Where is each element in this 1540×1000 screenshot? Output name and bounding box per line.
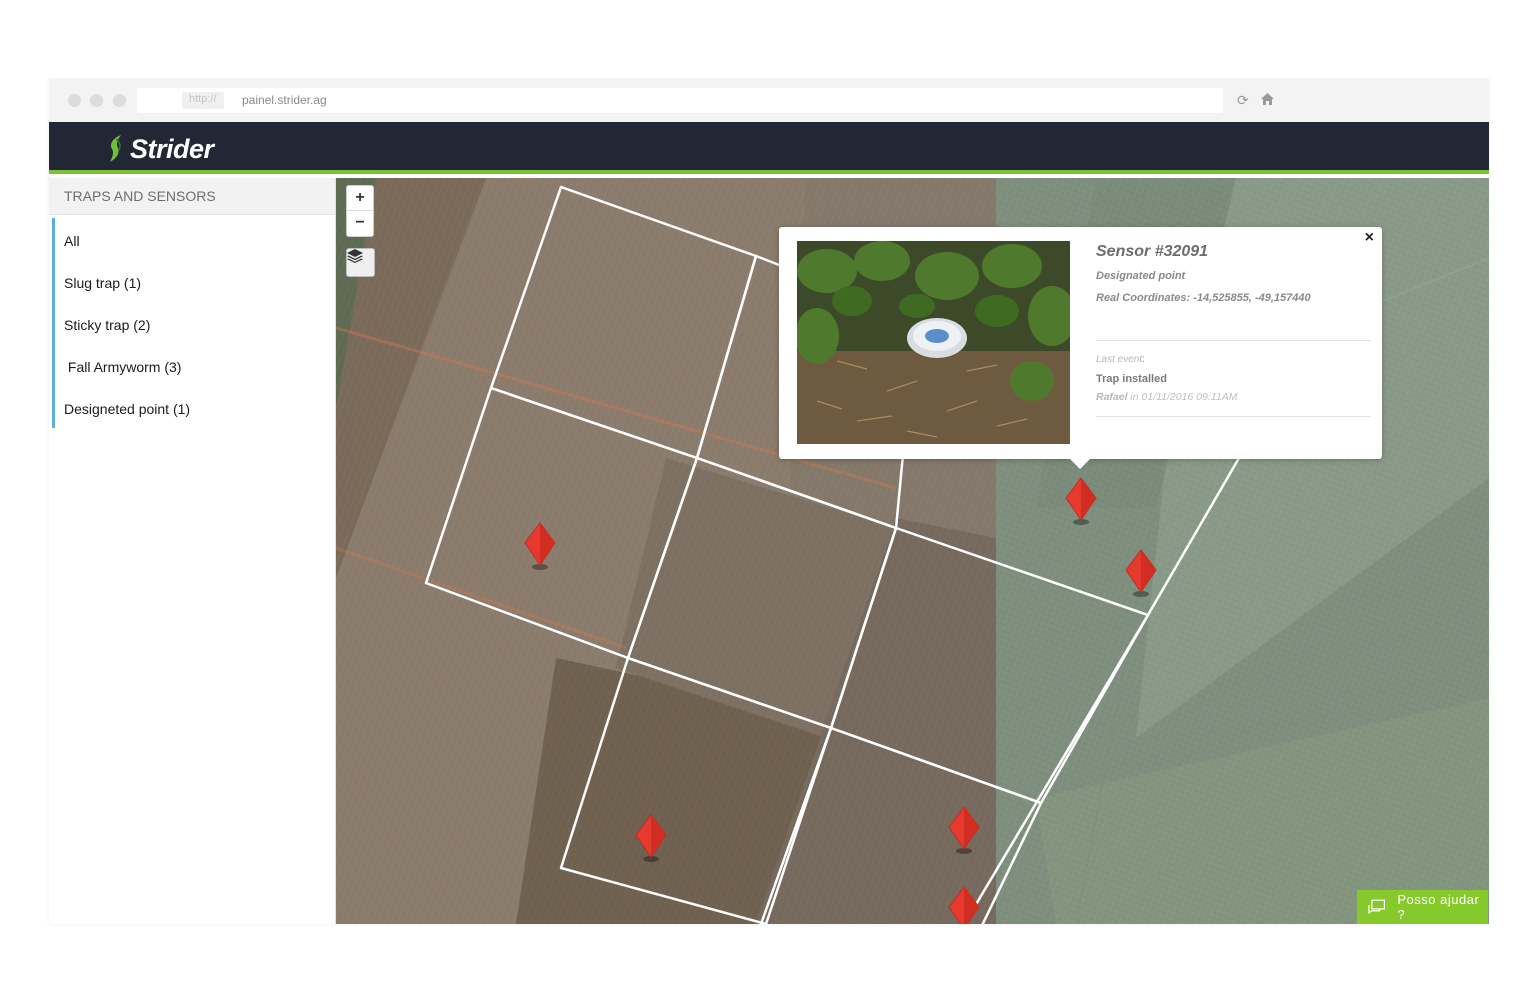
window-maximize-dot[interactable]	[113, 94, 126, 107]
filter-all[interactable]: All	[52, 218, 335, 260]
window-close-dot[interactable]	[68, 94, 81, 107]
protocol-label: http://	[182, 92, 224, 109]
filter-slug-trap[interactable]: Slug trap (1)	[52, 260, 335, 302]
filter-sticky-trap[interactable]: Sticky trap (2)	[52, 302, 335, 344]
url-text: painel.strider.ag	[242, 93, 327, 107]
zoom-out-button[interactable]: −	[347, 211, 373, 236]
browser-window: ‹ › http:// painel.strider.ag ⟳ Strider …	[49, 79, 1489, 924]
divider	[1096, 416, 1371, 417]
filter-label: All	[64, 233, 80, 249]
app-header: Strider	[49, 122, 1489, 174]
browser-toolbar: ‹ › http:// painel.strider.ag ⟳	[49, 79, 1489, 122]
filter-label: Designeted point (1)	[64, 401, 191, 417]
layers-icon	[347, 249, 363, 263]
sidebar: TRAPS AND SENSORS All Slug trap (1) Stic…	[49, 178, 336, 924]
address-bar[interactable]: http:// painel.strider.ag	[137, 88, 1223, 113]
event-user: Rafael	[1096, 391, 1128, 403]
zoom-in-button[interactable]: +	[347, 186, 373, 211]
layers-button[interactable]	[346, 248, 375, 277]
sensor-photo	[797, 241, 1070, 444]
help-chat-button[interactable]: Posso ajudar ?	[1357, 890, 1488, 924]
filter-label: Fall Armyworm (3)	[64, 359, 182, 375]
divider	[1096, 340, 1371, 341]
last-event-text: Last event	[1096, 354, 1143, 365]
reload-icon[interactable]: ⟳	[1237, 92, 1249, 109]
help-label: Posso ajudar ?	[1397, 892, 1480, 922]
filter-label: Sticky trap (2)	[64, 317, 151, 333]
event-meta: Rafael in 01/11/2016 09:11AM	[1096, 391, 1371, 403]
event-name: Trap installed	[1096, 373, 1167, 385]
zoom-control: + −	[346, 185, 374, 237]
strider-logo[interactable]: Strider	[107, 134, 214, 164]
window-minimize-dot[interactable]	[90, 94, 103, 107]
popup-tip	[1069, 458, 1091, 469]
sidebar-title: TRAPS AND SENSORS	[49, 178, 335, 215]
chat-icon	[1368, 899, 1386, 914]
sensor-info: Sensor #32091 Designated point Real Coor…	[1096, 243, 1371, 417]
last-event-colon: :	[1142, 354, 1145, 365]
last-event-label: Last event:	[1096, 354, 1371, 365]
filter-designated-point[interactable]: Designeted point (1)	[52, 386, 335, 428]
home-icon[interactable]	[1261, 92, 1274, 108]
map-view[interactable]: + − × Sensor #32091 Designated point Rea…	[336, 178, 1489, 924]
leaf-logo-icon	[110, 135, 121, 162]
sensor-popup: × Sensor #32091 Designated point Real Co…	[779, 227, 1382, 469]
sensor-title: Sensor #32091	[1096, 243, 1209, 260]
filter-label: Slug trap (1)	[64, 275, 142, 291]
logo-text: Strider	[130, 133, 214, 164]
event-time: in 01/11/2016 09:11AM	[1127, 391, 1238, 403]
sensor-coordinates: Real Coordinates: -14,525855, -49,157440	[1096, 292, 1311, 304]
sensor-type: Designated point	[1096, 270, 1186, 282]
filter-fall-armyworm[interactable]: Fall Armyworm (3)	[52, 344, 335, 386]
